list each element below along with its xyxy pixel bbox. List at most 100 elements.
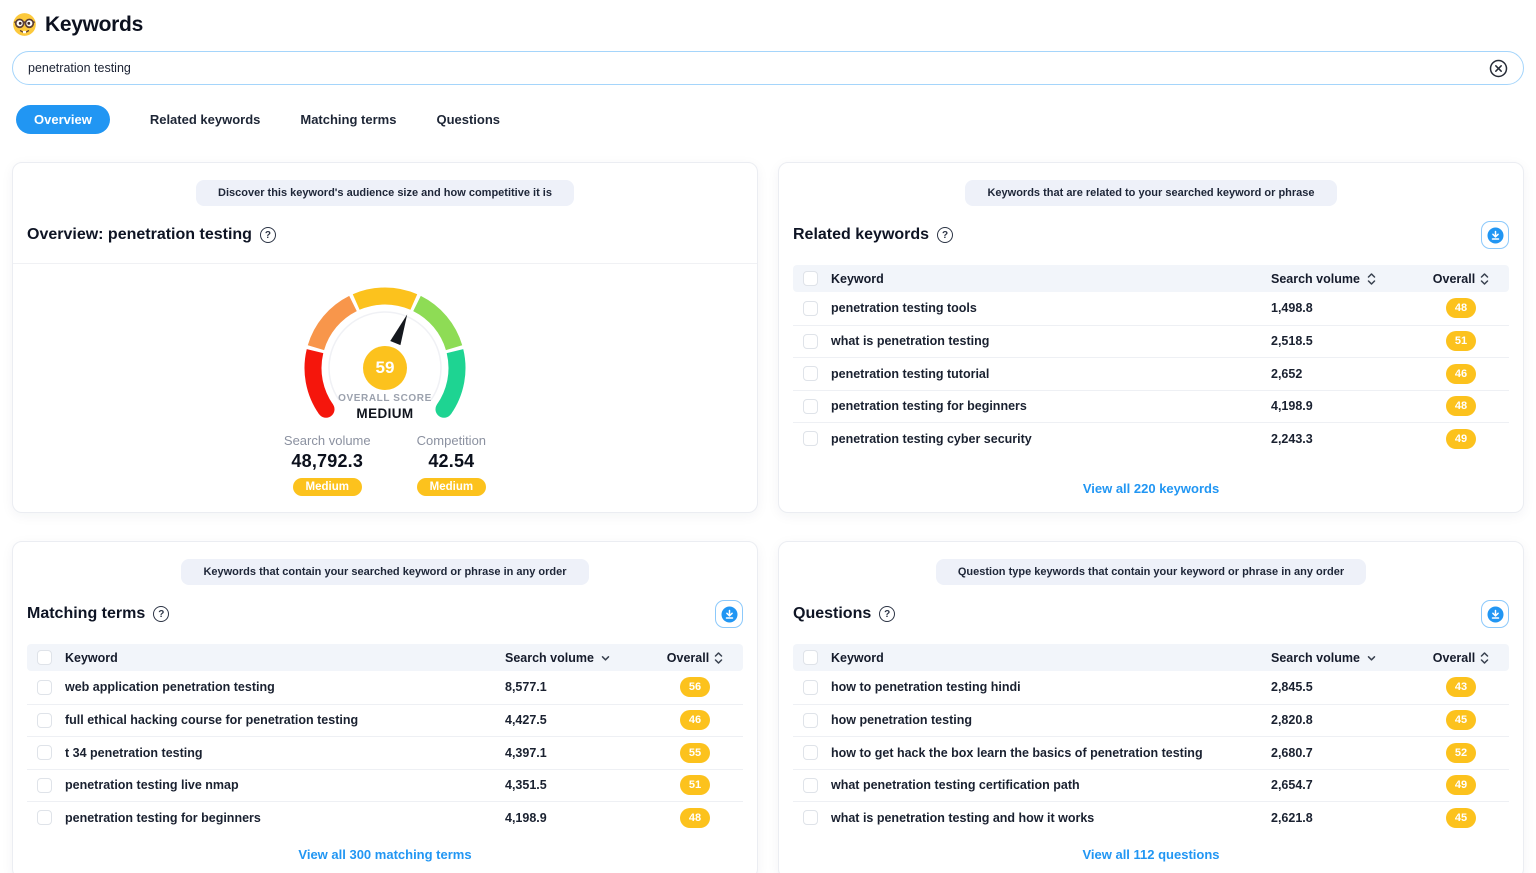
questions-table: how to penetration testing hindi 2,845.5… (793, 671, 1509, 834)
help-icon[interactable]: ? (260, 227, 276, 243)
table-row[interactable]: full ethical hacking course for penetrat… (27, 704, 743, 737)
row-checkbox[interactable] (803, 810, 818, 825)
row-checkbox[interactable] (803, 680, 818, 695)
table-header: Keyword Search volume Overall (793, 265, 1509, 292)
row-checkbox[interactable] (37, 810, 52, 825)
table-row[interactable]: penetration testing for beginners 4,198.… (27, 801, 743, 834)
row-checkbox[interactable] (803, 399, 818, 414)
page: Keywords Overview Related keywords Match… (0, 0, 1536, 873)
select-all-checkbox[interactable] (37, 650, 52, 665)
overall-score-badge: 46 (1446, 364, 1476, 384)
sort-icon[interactable] (1480, 652, 1489, 664)
overall-score-badge: 49 (1446, 775, 1476, 795)
row-checkbox[interactable] (803, 334, 818, 349)
keyword-column-header: Keyword (831, 651, 1271, 665)
questions-card: Question type keywords that contain your… (778, 541, 1524, 873)
sort-icon[interactable] (1367, 273, 1376, 285)
table-row[interactable]: web application penetration testing 8,57… (27, 671, 743, 704)
tab-matching-terms[interactable]: Matching terms (300, 105, 396, 134)
view-all-matching-terms-link[interactable]: View all 300 matching terms (27, 834, 743, 862)
sort-descending-icon[interactable] (601, 652, 610, 664)
select-all-checkbox[interactable] (803, 271, 818, 286)
keyword-cell: what is penetration testing and how it w… (831, 811, 1271, 825)
matching-terms-title: Matching terms ? (27, 605, 169, 623)
keyword-cell: web application penetration testing (65, 680, 505, 694)
export-download-button[interactable] (1481, 221, 1509, 249)
select-all-checkbox[interactable] (803, 650, 818, 665)
row-checkbox[interactable] (37, 745, 52, 760)
row-checkbox[interactable] (803, 366, 818, 381)
stat-rating-badge: Medium (293, 478, 362, 496)
table-row[interactable]: what is penetration testing and how it w… (793, 801, 1509, 834)
search-volume-cell: 2,518.5 (1271, 334, 1423, 348)
table-header: Keyword Search volume Overall (793, 644, 1509, 671)
keyword-cell: how penetration testing (831, 713, 1271, 727)
tab-related-keywords[interactable]: Related keywords (150, 105, 261, 134)
overall-score-badge: 45 (1446, 808, 1476, 828)
overall-score-badge: 45 (1446, 710, 1476, 730)
export-download-button[interactable] (1481, 600, 1509, 628)
view-all-keywords-link[interactable]: View all 220 keywords (793, 468, 1509, 496)
search-volume-column-header[interactable]: Search volume (505, 651, 657, 665)
search-input[interactable] (28, 61, 1488, 75)
search-volume-cell: 4,427.5 (505, 713, 657, 727)
table-row[interactable]: t 34 penetration testing 4,397.1 55 (27, 736, 743, 769)
sort-icon[interactable] (1480, 273, 1489, 285)
stat-label: Search volume (284, 433, 371, 448)
search-volume-cell: 2,621.8 (1271, 811, 1423, 825)
row-checkbox[interactable] (803, 301, 818, 316)
table-row[interactable]: what is penetration testing 2,518.5 51 (793, 325, 1509, 358)
overall-column-header[interactable]: Overall (1423, 651, 1499, 665)
overall-column-header[interactable]: Overall (1423, 272, 1499, 286)
tab-overview[interactable]: Overview (16, 105, 110, 134)
tab-bar: Overview Related keywords Matching terms… (12, 105, 1524, 134)
search-volume-column-header[interactable]: Search volume (1271, 272, 1423, 286)
card-description: Discover this keyword's audience size an… (196, 180, 574, 206)
table-row[interactable]: penetration testing tutorial 2,652 46 (793, 357, 1509, 390)
row-checkbox[interactable] (37, 713, 52, 728)
matching-terms-table: web application penetration testing 8,57… (27, 671, 743, 834)
keyword-cell: how to get hack the box learn the basics… (831, 746, 1271, 760)
stat-label: Competition (417, 433, 486, 448)
help-icon[interactable]: ? (879, 606, 895, 622)
row-checkbox[interactable] (803, 713, 818, 728)
stat-rating-badge: Medium (417, 478, 486, 496)
table-row[interactable]: how penetration testing 2,820.8 45 (793, 704, 1509, 737)
overall-score-badge: 48 (1446, 298, 1476, 318)
search-volume-column-header[interactable]: Search volume (1271, 651, 1423, 665)
tab-questions[interactable]: Questions (436, 105, 500, 134)
overall-score-badge: 43 (1446, 677, 1476, 697)
row-checkbox[interactable] (803, 431, 818, 446)
overall-score-badge: 51 (1446, 331, 1476, 351)
table-row[interactable]: penetration testing live nmap 4,351.5 51 (27, 769, 743, 802)
table-row[interactable]: penetration testing cyber security 2,243… (793, 422, 1509, 455)
clear-search-icon[interactable] (1488, 58, 1508, 78)
table-row[interactable]: how to get hack the box learn the basics… (793, 736, 1509, 769)
table-row[interactable]: penetration testing for beginners 4,198.… (793, 390, 1509, 423)
sort-descending-icon[interactable] (1367, 652, 1376, 664)
search-volume-cell: 2,654.7 (1271, 778, 1423, 792)
stat-value: 48,792.3 (284, 451, 371, 472)
stat-value: 42.54 (417, 451, 486, 472)
overall-score-badge: 48 (1446, 396, 1476, 416)
row-checkbox[interactable] (803, 778, 818, 793)
help-icon[interactable]: ? (937, 227, 953, 243)
related-keywords-title: Related keywords ? (793, 226, 953, 244)
search-volume-cell: 2,820.8 (1271, 713, 1423, 727)
table-row[interactable]: penetration testing tools 1,498.8 48 (793, 292, 1509, 325)
row-checkbox[interactable] (37, 680, 52, 695)
related-keywords-table: penetration testing tools 1,498.8 48 wha… (793, 292, 1509, 455)
row-checkbox[interactable] (37, 778, 52, 793)
search-volume-cell: 1,498.8 (1271, 301, 1423, 315)
sort-icon[interactable] (714, 652, 723, 664)
keyword-cell: penetration testing tutorial (831, 367, 1271, 381)
overall-column-header[interactable]: Overall (657, 651, 733, 665)
help-icon[interactable]: ? (153, 606, 169, 622)
table-row[interactable]: what penetration testing certification p… (793, 769, 1509, 802)
row-checkbox[interactable] (803, 745, 818, 760)
table-row[interactable]: how to penetration testing hindi 2,845.5… (793, 671, 1509, 704)
export-download-button[interactable] (715, 600, 743, 628)
overall-score-badge: 56 (680, 677, 710, 697)
view-all-questions-link[interactable]: View all 112 questions (793, 834, 1509, 862)
cards-row-2: Keywords that contain your searched keyw… (12, 541, 1524, 873)
